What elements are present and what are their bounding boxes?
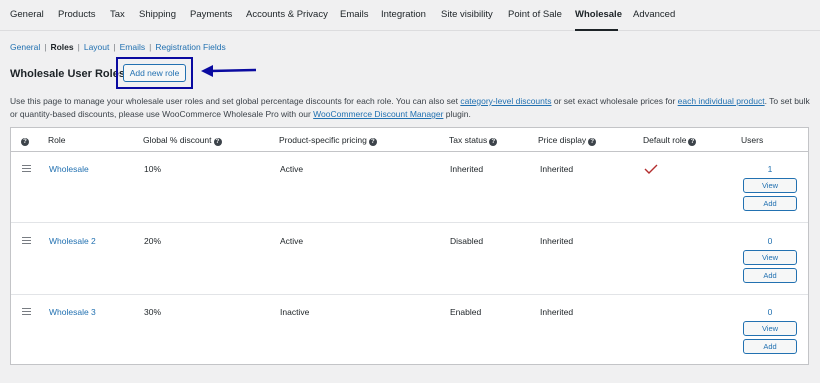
description-text: Use this page to manage your wholesale u… [10,96,461,106]
header-price-display-label: Price display [538,135,587,145]
help-icon[interactable]: ? [489,138,498,146]
discount-manager-link[interactable]: WooCommerce Discount Manager [313,109,443,119]
role-pricing: Active [280,164,304,174]
role-discount: 30% [144,307,162,317]
table-row: Wholesale 10% Active Inherited Inherited… [11,152,808,223]
table-row: Wholesale 3 30% Inactive Enabled Inherit… [11,295,808,366]
header-role: Role [48,135,65,145]
role-name-link[interactable]: Wholesale 2 [49,236,96,246]
drag-handle-icon[interactable] [22,308,31,317]
description-text: or set exact wholesale prices for [551,96,678,106]
page-title: Wholesale User Roles [10,68,125,80]
header-tax-status: Tax status? [449,135,498,146]
users-count-link[interactable]: 0 [743,307,797,317]
subnav-separator: | [77,42,80,52]
subnav-separator: | [149,42,152,52]
tab-tax[interactable]: Tax [110,9,125,20]
add-user-button[interactable]: Add [743,339,797,354]
category-discounts-link[interactable]: category-level discounts [460,96,551,106]
help-icon[interactable]: ? [588,138,597,146]
table-header: ? Role Global % discount? Product-specif… [11,128,808,152]
subnav-separator: | [113,42,116,52]
header-discount: Global % discount? [143,135,222,146]
tab-point-of-sale[interactable]: Point of Sale [508,9,562,20]
help-icon[interactable]: ? [21,138,29,146]
help-icon[interactable]: ? [368,138,377,146]
drag-column-header: ? [19,135,29,146]
tab-general[interactable]: General [10,9,44,20]
tab-integration[interactable]: Integration [381,9,426,20]
header-pricing: Product-specific pricing? [279,135,377,146]
role-tax-status: Inherited [450,164,484,174]
roles-table: ? Role Global % discount? Product-specif… [10,127,809,365]
role-price-display: Inherited [540,236,574,246]
add-user-button[interactable]: Add [743,268,797,283]
add-new-role-button[interactable]: Add new role [123,64,186,82]
help-icon[interactable]: ? [213,138,222,146]
role-pricing: Active [280,236,304,246]
view-users-button[interactable]: View [743,250,797,265]
header-users: Users [741,135,764,145]
arrow-left-icon [201,65,257,77]
header-role-label: Role [48,135,66,145]
role-name-link[interactable]: Wholesale [49,164,89,174]
tab-shipping[interactable]: Shipping [139,9,176,20]
tab-emails[interactable]: Emails [340,9,369,20]
subnav-general[interactable]: General [10,42,40,52]
subnav-layout[interactable]: Layout [84,42,110,52]
subnav: General | Roles | Layout | Emails | Registration… [10,42,226,52]
role-price-display: Inherited [540,164,574,174]
header-default-role-label: Default role [643,135,687,145]
subnav-separator: | [44,42,47,52]
tab-accounts-privacy[interactable]: Accounts & Privacy [246,9,328,20]
users-count-link[interactable]: 0 [743,236,797,246]
settings-tabs: General Products Tax Shipping Payments A… [0,0,820,31]
header-discount-label: Global % discount [143,135,212,145]
subnav-roles: Roles [50,42,74,52]
tab-payments[interactable]: Payments [190,9,232,20]
help-icon[interactable]: ? [688,138,697,146]
tab-products[interactable]: Products [58,9,96,20]
subnav-emails[interactable]: Emails [120,42,146,52]
role-discount: 20% [144,236,162,246]
active-tab-indicator [575,29,618,31]
role-discount: 10% [144,164,162,174]
users-count-link[interactable]: 1 [743,164,797,174]
description-text: plugin. [443,109,471,119]
subnav-registration-fields[interactable]: Registration Fields [155,42,225,52]
view-users-button[interactable]: View [743,178,797,193]
drag-handle-icon[interactable] [22,165,31,174]
header-tax-label: Tax status [449,135,488,145]
checkmark-icon [644,164,658,174]
table-row: Wholesale 2 20% Active Disabled Inherite… [11,224,808,295]
header-pricing-label: Product-specific pricing [279,135,367,145]
tab-site-visibility[interactable]: Site visibility [441,9,493,20]
role-pricing: Inactive [280,307,310,317]
individual-product-link[interactable]: each individual product [678,96,765,106]
role-tax-status: Disabled [450,236,484,246]
view-users-button[interactable]: View [743,321,797,336]
header-price-display: Price display? [538,135,597,146]
add-user-button[interactable]: Add [743,196,797,211]
header-default-role: Default role? [643,135,697,146]
role-tax-status: Enabled [450,307,482,317]
tab-wholesale[interactable]: Wholesale [575,9,622,20]
role-name-link[interactable]: Wholesale 3 [49,307,96,317]
role-price-display: Inherited [540,307,574,317]
tab-advanced[interactable]: Advanced [633,9,675,20]
page-description: Use this page to manage your wholesale u… [10,95,810,121]
drag-handle-icon[interactable] [22,237,31,246]
